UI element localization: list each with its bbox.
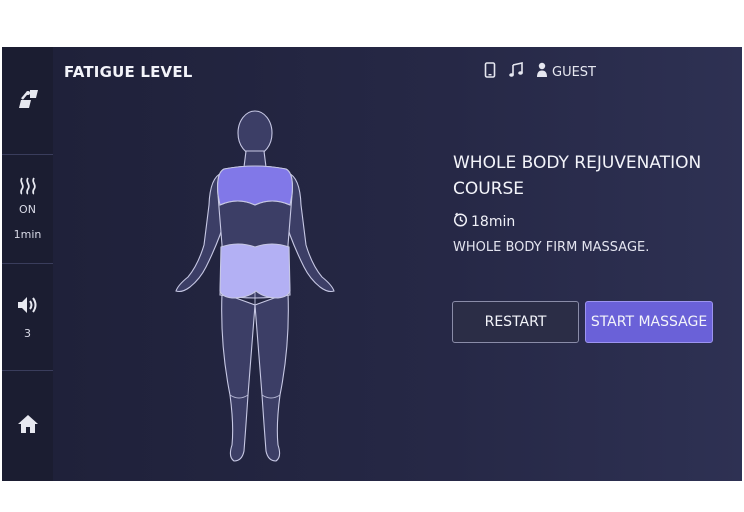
heat-state: ON [19,203,36,216]
home-icon [17,414,39,438]
heat-time: 1min [13,228,42,241]
sidebar-home-button[interactable] [2,371,53,481]
body-neck [243,150,267,168]
restart-button[interactable]: RESTART [452,301,579,343]
course-duration: 18min [471,213,516,230]
heat-waves-icon [17,177,39,199]
person-icon [536,62,548,82]
sidebar: ON 1min 3 [2,47,53,481]
app-screen: ON 1min 3 FATIGUE LEVEL GUEST WHOLE BODY… [2,47,742,481]
start-massage-button[interactable]: START MASSAGE [585,301,713,343]
body-right-leg [254,292,289,462]
sidebar-heat-button[interactable]: ON 1min [2,155,53,264]
page-title: FATIGUE LEVEL [64,63,193,81]
body-map [160,105,350,467]
timer-icon [453,212,468,231]
body-head [237,110,273,156]
body-figure-svg [175,110,335,462]
sidebar-recline-button[interactable] [2,47,53,155]
recline-chair-icon [16,88,40,114]
music-icon[interactable] [508,62,524,82]
course-title: WHOLE BODY REJUVENATION COURSE [453,153,702,199]
highlight-upper-back [217,165,293,206]
status-bar: GUEST [484,62,596,82]
speaker-icon [16,295,40,319]
phone-icon[interactable] [484,62,496,82]
body-left-leg [221,292,256,462]
course-description: WHOLE BODY FIRM MASSAGE. [453,240,650,255]
highlight-lower-back [219,243,291,299]
sidebar-volume-button[interactable]: 3 [2,264,53,371]
course-duration-row: 18min [453,212,515,231]
volume-level: 3 [24,326,31,340]
user-account[interactable]: GUEST [536,62,596,82]
guest-label: GUEST [552,64,596,80]
